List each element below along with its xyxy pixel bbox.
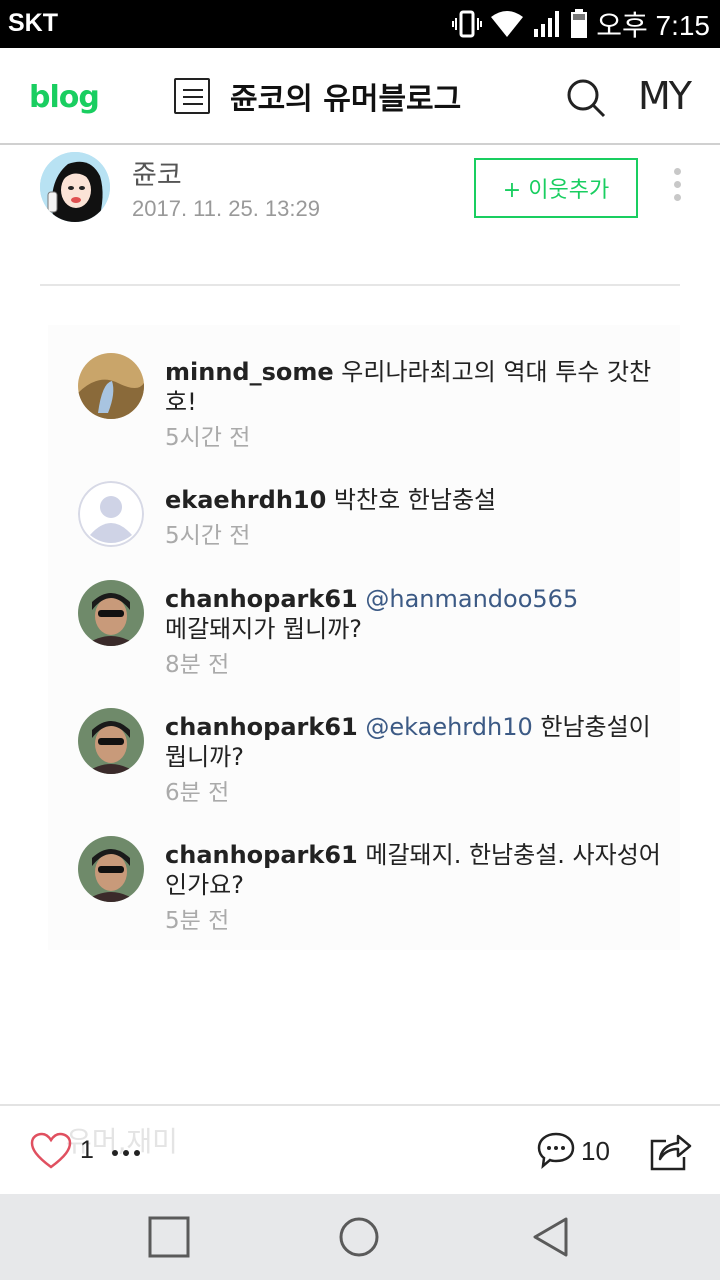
commenter-avatar [78,353,144,419]
comment-username: chanhopark61 [165,585,358,613]
more-options-icon[interactable] [670,168,684,208]
comment-time: 8분 전 [165,652,230,678]
more-horizontal-icon[interactable] [112,1150,140,1156]
commenter-avatar [78,580,144,646]
author-avatar[interactable] [40,152,110,222]
app-header: blog 쥰코의 유머블로그 MY [0,48,720,145]
system-nav-bar [0,1194,720,1280]
battery-icon [570,9,588,39]
comment-icon[interactable] [536,1130,576,1174]
comment-username: minnd_some [165,358,334,386]
blog-title-group[interactable]: 쥰코의 유머블로그 [174,74,461,118]
comment-time: 5시간 전 [165,425,251,451]
comment-mention: @ekaehrdh10 [357,713,533,741]
commenter-avatar [78,836,144,902]
my-button[interactable]: MY [638,74,692,118]
signal-icon [532,9,562,39]
recent-apps-button[interactable] [148,1216,190,1262]
author-name[interactable]: 쥰코 [132,153,182,192]
divider [40,284,680,286]
comment-text: 메갈돼지가 뭡니까? [165,615,363,643]
home-button[interactable] [338,1216,380,1262]
heart-icon[interactable] [30,1132,72,1174]
commenter-avatar [78,708,144,774]
comment-time: 5분 전 [165,908,230,934]
add-neighbor-button[interactable]: + 이웃추가 [474,158,638,218]
comment-count: 10 [581,1136,610,1166]
commenter-avatar [78,481,144,547]
post-date: 2017. 11. 25. 13:29 [132,196,320,221]
blog-logo[interactable]: blog [29,80,100,115]
post-image-comments: minnd_some 우리나라최고의 역대 투수 갓찬호! 5시간 전 ekae… [48,325,680,950]
comment-time: 6분 전 [165,780,230,806]
comment-username: ekaehrdh10 [165,486,327,514]
list-icon[interactable] [174,78,210,114]
wifi-icon [490,10,524,38]
comment-username: chanhopark61 [165,841,358,869]
comment-time: 5시간 전 [165,523,251,549]
carrier-label: SKT [8,9,58,37]
post-action-bar: 유머,재미 1 10 [0,1104,720,1194]
share-icon[interactable] [650,1131,692,1175]
comment-mention: @hanmandoo565 [357,585,579,613]
blog-title[interactable]: 쥰코의 유머블로그 [230,74,461,118]
comment-username: chanhopark61 [165,713,358,741]
status-time: 오후 7:15 [596,10,710,41]
back-button[interactable] [530,1216,572,1262]
search-icon[interactable] [566,78,606,122]
vibrate-icon [452,9,483,39]
comment-text: 박찬호 한남충설 [326,486,497,514]
status-bar: SKT 오후 7:15 [0,0,720,48]
like-count: 1 [80,1136,94,1164]
